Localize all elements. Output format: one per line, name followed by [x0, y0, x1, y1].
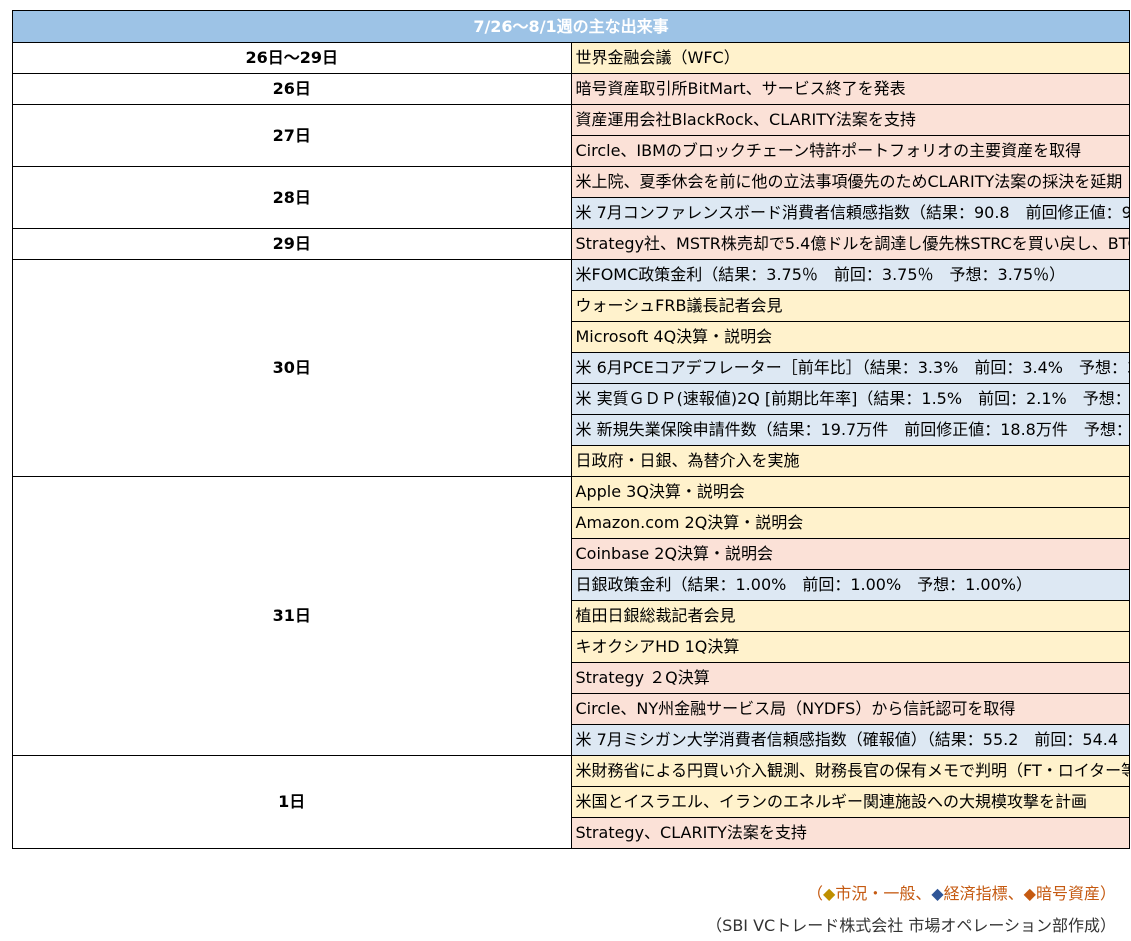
date-cell: 26日 [12, 73, 572, 105]
date-cell: 31日 [12, 476, 572, 756]
legend-close-paren: ） [1099, 884, 1116, 903]
event-cell: 世界金融会議（WFC） [570, 42, 1130, 74]
event-cell: Strategy社、MSTR株売却で5.4億ドルを調達し優先株STRCを買い戻し… [570, 228, 1130, 260]
event-row: 26日～29日 世界金融会議（WFC） [12, 42, 1130, 74]
event-cell: Circle、NY州金融サービス局（NYDFS）から信託認可を取得 [570, 693, 1130, 725]
event-cell: Coinbase 2Q決算・説明会 [570, 538, 1130, 570]
events-body: 26日～29日 世界金融会議（WFC） 26日 暗号資産取引所BitMart、サービス… [12, 42, 1130, 849]
event-cell: Strategy ２Q決算 [570, 662, 1130, 694]
event-cell: 米上院、夏季休会を前に他の立法事項優先のためCLARITY法案の採決を延期 [570, 166, 1130, 198]
category-legend: （◆市況・一般、◆経済指標、◆暗号資産） [807, 880, 1116, 904]
diamond-crypto-icon: ◆ [1023, 884, 1036, 903]
event-cell: キオクシアHD 1Q決算 [570, 631, 1130, 663]
event-cell: 米国とイスラエル、イランのエネルギー関連施設への大規模攻撃を計画 [570, 786, 1130, 818]
event-row: 29日 Strategy社、MSTR株売却で5.4億ドルを調達し優先株STRCを買… [12, 228, 1130, 260]
date-cell: 1日 [12, 755, 572, 849]
event-cell: 米FOMC政策金利（結果：3.75％ 前回：3.75％ 予想：3.75％） [570, 259, 1130, 291]
event-cell: Microsoft 4Q決算・説明会 [570, 321, 1130, 353]
date-cell: 29日 [12, 228, 572, 260]
event-row: 27日 資産運用会社BlackRock、CLARITY法案を支持 [12, 104, 1130, 167]
legend-crypto-label: 暗号資産 [1035, 884, 1100, 903]
date-cell: 27日 [12, 104, 572, 167]
table-header-row: 7/26～8/1週の主な出来事 [12, 10, 1130, 43]
event-cell: ウォーシュFRB議長記者会見 [570, 290, 1130, 322]
event-row: 28日 米上院、夏季休会を前に他の立法事項優先のためCLARITY法案の採決を延期 [12, 166, 1130, 229]
event-cell: Circle、IBMのブロックチェーン特許ポートフォリオの主要資産を取得 [570, 135, 1130, 167]
event-cell: 日銀政策金利（結果：1.00% 前回：1.00% 予想：1.00%） [570, 569, 1130, 601]
legend-market-label: 市況・一般、 [835, 884, 932, 903]
event-cell: Apple 3Q決算・説明会 [570, 476, 1130, 508]
event-cell: Strategy、CLARITY法案を支持 [570, 817, 1130, 849]
event-cell: Amazon.com 2Q決算・説明会 [570, 507, 1130, 539]
date-cell: 26日～29日 [12, 42, 572, 74]
event-cell: 資産運用会社BlackRock、CLARITY法案を支持 [570, 104, 1130, 136]
event-cell: 米財務省による円買い介入観測、財務長官の保有メモで判明（FT・ロイター等報道） [570, 755, 1130, 787]
table-title: 7/26～8/1週の主な出来事 [12, 10, 1130, 43]
weekly-events-table: 7/26～8/1週の主な出来事 26日～29日 世界金融会議（WFC） 26日 暗号資… [12, 10, 1130, 849]
event-cell: 植田日銀総裁記者会見 [570, 600, 1130, 632]
event-cell: 米 実質ＧＤＰ(速報値)2Q [前期比年率]（結果：1.5% 前回：2.1% 予… [570, 383, 1130, 415]
legend-econ-label: 経済指標、 [943, 884, 1024, 903]
legend-open-paren: （ [806, 884, 823, 903]
date-cell: 28日 [12, 166, 572, 229]
event-cell: 米 7月コンファレンスボード消費者信頼感指数（結果：90.8 前回修正値：92.… [570, 197, 1130, 229]
event-cell: 日政府・日銀、為替介入を実施 [570, 445, 1130, 477]
event-row: 26日 暗号資産取引所BitMart、サービス終了を発表 [12, 73, 1130, 105]
event-row: 30日 米FOMC政策金利（結果：3.75％ 前回：3.75％ 予想：3.75％） [12, 259, 1130, 477]
diamond-econ-icon: ◆ [931, 884, 944, 903]
diamond-market-icon: ◆ [823, 884, 836, 903]
event-row: 1日 米財務省による円買い介入観測、財務長官の保有メモで判明（FT・ロイター等報道… [12, 755, 1130, 849]
date-cell: 30日 [12, 259, 572, 477]
event-row: 31日 Apple 3Q決算・説明会 [12, 476, 1130, 756]
source-credit: （SBI VCトレード株式会社 市場オペレーション部作成） [706, 916, 1116, 935]
event-cell: 米 新規失業保険申請件数（結果：19.7万件 前回修正値：18.8万件 予想：2… [570, 414, 1130, 446]
event-cell: 米 6月PCEコアデフレーター［前年比］（結果：3.3% 前回：3.4% 予想：… [570, 352, 1130, 384]
event-cell: 米 7月ミシガン大学消費者信頼感指数（確報値）（結果：55.2 前回：54.4 … [570, 724, 1130, 756]
event-cell: 暗号資産取引所BitMart、サービス終了を発表 [570, 73, 1130, 105]
